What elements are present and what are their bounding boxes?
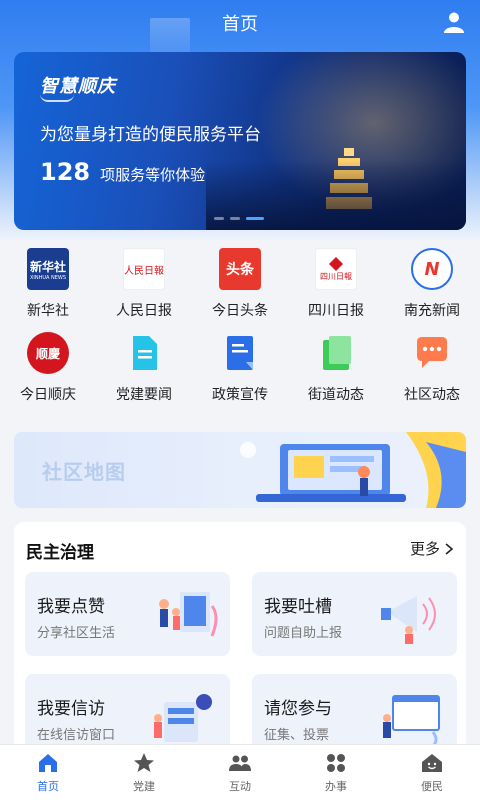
news-item-label: 人民日报 [116,303,172,319]
news-item-toutiao[interactable]: 头条 今日头条 [192,248,288,332]
tab-label: 党建 [133,780,155,793]
xinhua-logo-text: 新华社 [29,259,66,274]
folder-icon [323,336,351,370]
card-title: 我要点赞 [37,597,105,617]
nanchong-news-logo-text: N [424,258,440,280]
news-item-today-shunqing[interactable]: 顺慶 今日顺庆 [0,332,96,416]
xinhua-logo-subtext: XINHUA NEWS [29,274,67,281]
grid-icon [327,754,345,772]
news-item-street-updates[interactable]: 街道动态 [288,332,384,416]
card-title: 请您参与 [264,699,332,719]
news-item-party-news[interactable]: 党建要闻 [96,332,192,416]
sichuan-daily-logo-icon: 四川日報 [315,248,357,290]
today-shunqing-logo-text: 顺慶 [35,346,60,361]
hero-banner[interactable]: 智慧顺庆 为您量身打造的便民服务平台 128 项服务等你体验 [14,52,466,230]
democratic-governance-section: 民主治理 更多 我要点赞 分享社区生活 我要吐槽 问题自助上报 我要信访 在线信… [14,522,466,762]
toutiao-logo-text: 头条 [226,262,254,278]
tab-label: 便民 [421,780,443,793]
card-title: 我要吐槽 [264,597,332,617]
user-icon[interactable] [442,10,466,34]
news-item-xinhua[interactable]: 新华社 XINHUA NEWS 新华社 [0,248,96,332]
today-shunqing-logo-icon: 顺慶 [27,332,69,374]
vote-board-illustration-icon [383,695,440,748]
more-link-label: 更多 [409,540,440,558]
banner-logo: 智慧顺庆 [40,72,116,102]
news-grid: 新华社 XINHUA NEWS 新华社 人民日報 人民日报 头条 今日头条 四川… [0,248,480,418]
service-count-text: 项服务等你体验 [100,166,206,184]
chat-bubble-icon [417,337,447,368]
tab-label: 互动 [229,780,251,793]
home-icon [39,754,57,772]
document-icon [133,336,157,370]
file-text-icon [227,336,253,370]
banner-subtitle: 为您量身打造的便民服务平台 [40,125,261,145]
news-item-label: 街道动态 [308,387,364,403]
nanchong-news-logo-icon: N [411,248,453,290]
news-item-label: 今日顺庆 [20,387,76,403]
news-item-community-updates[interactable]: 社区动态 [384,332,480,416]
tab-convenience[interactable]: 便民 [384,745,480,800]
news-item-sichuan-daily[interactable]: 四川日報 四川日报 [288,248,384,332]
news-item-label: 党建要闻 [116,387,172,403]
card-subtitle: 在线信访窗口 [37,728,116,743]
card-complain[interactable]: 我要吐槽 问题自助上报 [252,572,457,656]
tab-label: 办事 [325,780,347,793]
page-title: 首页 [222,14,258,35]
card-subtitle: 征集、投票 [264,728,330,743]
section-title: 民主治理 [26,543,94,563]
megaphone-illustration-icon [381,596,436,644]
peoples-daily-logo-text: 人民日報 [124,265,164,277]
news-item-peoples-daily[interactable]: 人民日報 人民日报 [96,248,192,332]
house-smile-icon [422,754,442,772]
carousel-indicators[interactable] [214,217,264,220]
peoples-daily-logo-icon: 人民日報 [123,248,165,290]
carousel-dot[interactable] [230,217,240,220]
sichuan-daily-logo-text: 四川日報 [320,271,352,281]
community-map-banner[interactable]: 社区地图 [14,432,466,508]
news-item-label: 新华社 [27,303,69,319]
map-illustration [240,432,466,508]
chevron-right-icon [445,542,454,555]
card-subtitle: 问题自助上报 [264,626,343,641]
header: 首页 [0,0,480,46]
toutiao-logo-icon: 头条 [219,248,261,290]
news-item-label: 今日头条 [212,303,268,319]
banner-service-count: 128 项服务等你体验 [40,158,205,186]
more-link[interactable]: 更多 [410,538,454,559]
news-item-label: 政策宣传 [212,387,268,403]
news-item-label: 四川日报 [308,303,364,319]
carousel-dot-active[interactable] [246,217,264,220]
community-map-title: 社区地图 [42,460,126,484]
news-item-label: 南充新闻 [404,303,460,319]
bottom-tab-bar: 首页 党建 互动 办事 便民 [0,744,480,800]
people-illustration-icon [159,592,218,637]
news-item-nanchong-news[interactable]: N 南充新闻 [384,248,480,332]
tab-interaction[interactable]: 互动 [192,745,288,800]
xinhua-logo-icon: 新华社 XINHUA NEWS [27,248,69,290]
carousel-dot[interactable] [214,217,224,220]
star-icon [134,753,154,772]
sichuan-daily-emblem-icon [329,256,343,271]
tab-party[interactable]: 党建 [96,745,192,800]
logo-arc [40,94,74,102]
mailbox-illustration-icon [154,694,212,742]
group-icon [229,755,251,771]
news-item-policy[interactable]: 政策宣传 [192,332,288,416]
card-subtitle: 分享社区生活 [37,626,116,641]
card-title: 我要信访 [37,699,105,719]
tab-label: 首页 [37,780,59,793]
service-count-number: 128 [40,158,91,186]
news-item-label: 社区动态 [404,387,460,403]
tab-services[interactable]: 办事 [288,745,384,800]
tab-home[interactable]: 首页 [0,745,96,800]
card-like[interactable]: 我要点赞 分享社区生活 [25,572,230,656]
